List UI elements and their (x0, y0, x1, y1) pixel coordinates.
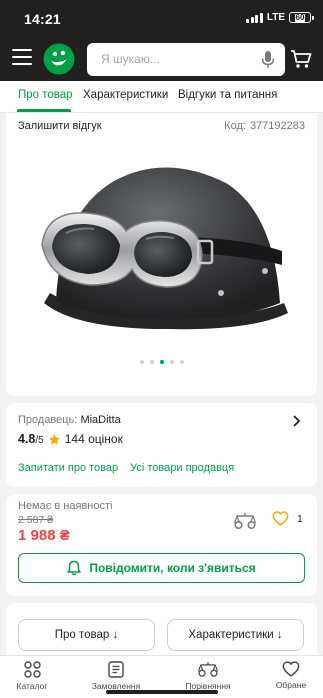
status-time: 14:21 (24, 11, 61, 27)
product-page: 14:21 LTE 60 Я шукаю... Про товар Характ… (0, 0, 323, 698)
grid-icon (23, 661, 41, 678)
hamburger-icon[interactable] (12, 49, 32, 65)
compare-icon[interactable] (234, 512, 256, 530)
product-tabs: Про товар Характеристики Відгуки та пита… (0, 81, 323, 113)
wishlist-button[interactable]: 1 (272, 511, 303, 526)
nav-favorites[interactable]: Обране (259, 661, 323, 690)
ask-about-product-link[interactable]: Запитати про товар (18, 462, 118, 474)
all-seller-products-link[interactable]: Усі товари продавця (130, 462, 234, 474)
leave-review-link[interactable]: Залишити відгук (18, 120, 102, 132)
bell-icon (67, 560, 82, 576)
seller-rating: 4.8/5 144 оцінок (18, 432, 123, 446)
nav-orders[interactable]: Замовлення (84, 661, 148, 691)
home-indicator (106, 690, 218, 694)
nav-compare[interactable]: Порівняння (176, 661, 240, 691)
search-placeholder: Я шукаю... (101, 52, 160, 66)
gallery-dot[interactable] (149, 360, 154, 364)
seller-links: Запитати про товар Усі товари продавця (18, 462, 234, 474)
seller-info: Продавець: MiaDitta (18, 414, 121, 426)
seller-card[interactable]: Продавець: MiaDitta 4.8/5 144 оцінок Зап… (6, 403, 317, 487)
current-price: 1 988 ₴ (18, 527, 70, 544)
network-type: LTE (266, 12, 285, 23)
characteristics-button[interactable]: Характеристики ↓ (167, 619, 304, 651)
section-nav-card: Про товар ↓ Характеристики ↓ (6, 603, 317, 655)
search-input[interactable]: Я шукаю... (87, 43, 285, 76)
about-product-button[interactable]: Про товар ↓ (18, 619, 155, 651)
rating-value: 4.8 (18, 432, 36, 446)
seller-label: Продавець: (18, 414, 78, 426)
scales-icon (198, 662, 218, 677)
signal-icon (246, 12, 263, 23)
rating-max: /5 (35, 435, 44, 446)
microphone-icon[interactable] (261, 50, 275, 69)
battery-icon: 60 (289, 12, 314, 23)
notify-button-label: Повідомити, коли з'явиться (89, 561, 256, 575)
product-code: Код: 377192283 (224, 120, 305, 132)
nav-catalog-label: Каталог (16, 681, 48, 691)
header-toolbar: Я шукаю... (0, 40, 323, 78)
orders-icon (108, 661, 124, 678)
tab-characteristics[interactable]: Характеристики (83, 89, 168, 101)
product-code-value: 377192283 (249, 120, 305, 132)
wishlist-count: 1 (297, 512, 303, 525)
availability-status: Немає в наявності (18, 500, 113, 512)
chevron-right-icon[interactable] (293, 415, 301, 427)
gallery-dot-active[interactable] (159, 360, 164, 364)
gallery-dot[interactable] (169, 360, 174, 364)
smile-logo[interactable] (42, 42, 76, 76)
product-gallery-card: Залишити відгук Код: 377192283 (6, 113, 317, 396)
tab-about[interactable]: Про товар (18, 89, 73, 101)
product-image[interactable] (36, 153, 296, 343)
tab-reviews[interactable]: Відгуки та питання (178, 89, 277, 101)
battery-level: 60 (294, 12, 306, 22)
nav-catalog[interactable]: Каталог (0, 661, 64, 691)
product-code-label: Код: (224, 120, 246, 132)
notify-when-available-button[interactable]: Повідомити, коли з'явиться (18, 553, 305, 583)
price-card: Немає в наявності 2 587 ₴ 1 988 ₴ 1 Пові… (6, 494, 317, 596)
status-bar: 14:21 LTE 60 (0, 0, 323, 36)
active-tab-indicator (17, 109, 71, 112)
heart-icon (282, 661, 300, 677)
app-header: 14:21 LTE 60 Я шукаю... (0, 0, 323, 81)
star-icon (48, 433, 60, 445)
nav-favorites-label: Обране (275, 680, 307, 690)
old-price: 2 587 ₴ (18, 514, 54, 526)
gallery-dot[interactable] (179, 360, 184, 364)
gallery-pagination (6, 360, 317, 364)
rating-count: 144 оцінок (64, 432, 123, 446)
status-indicators: LTE 60 (246, 12, 314, 23)
cart-icon[interactable] (290, 49, 312, 69)
gallery-dot[interactable] (139, 360, 144, 364)
heart-icon (272, 511, 289, 526)
seller-name[interactable]: MiaDitta (80, 414, 120, 426)
